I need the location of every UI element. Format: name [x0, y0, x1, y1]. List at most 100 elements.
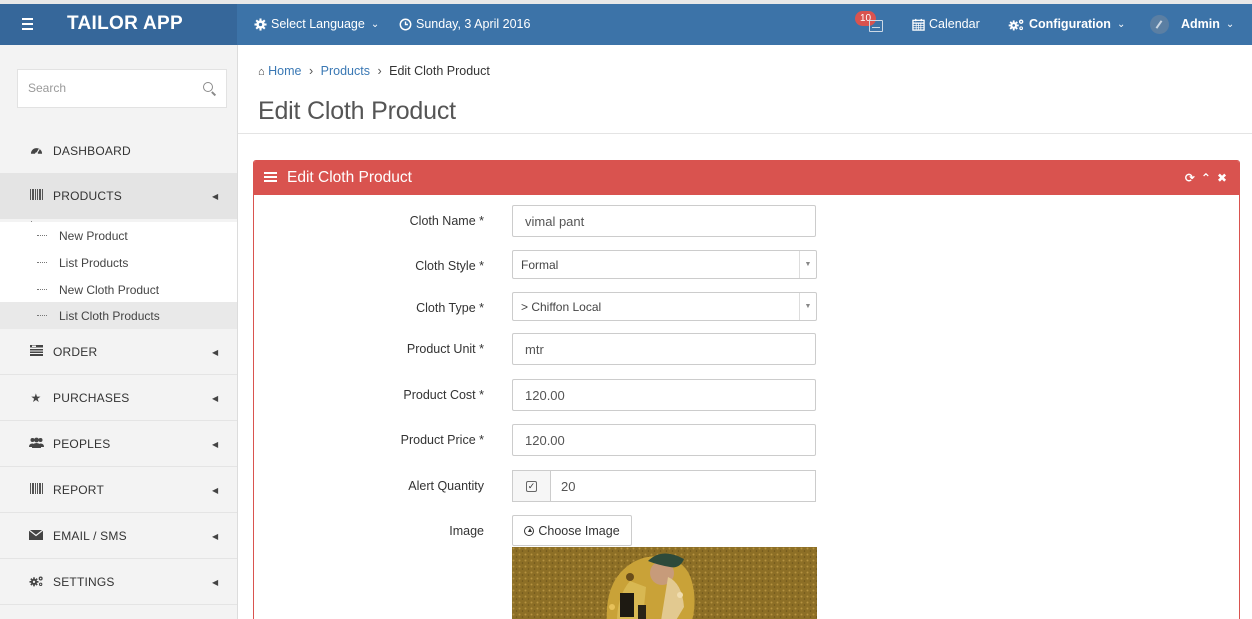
users-icon	[29, 437, 44, 451]
clock-icon	[399, 18, 412, 30]
tree-connector	[37, 235, 47, 236]
product-unit-input[interactable]	[512, 333, 816, 365]
cloth-style-label: Cloth Style *	[415, 259, 484, 273]
cloth-type-select[interactable]: > Chiffon Local ▼	[512, 292, 817, 321]
alert-quantity-checkbox[interactable]: ✓	[526, 480, 537, 492]
alert-quantity-checkbox-addon: ✓	[512, 470, 550, 502]
cogs-icon	[29, 575, 43, 590]
brand-area: TAILOR APP	[0, 4, 237, 45]
sidebar-item-dashboard[interactable]: DASHBOARD	[0, 129, 237, 174]
app-brand[interactable]: TAILOR APP	[67, 13, 183, 35]
panel-tools: ⟳ ⌃ ✖	[1185, 171, 1227, 185]
sidebar-item-products[interactable]: PRODUCTS ◀	[0, 174, 237, 219]
caret-left-icon: ◀	[212, 191, 219, 201]
dropdown-arrow-icon: ▼	[799, 293, 816, 320]
cloth-name-input[interactable]	[512, 205, 816, 237]
sidebar-subitem-list-cloth-products[interactable]: List Cloth Products	[0, 302, 237, 329]
image-preview	[512, 547, 817, 619]
product-price-label: Product Price *	[400, 433, 484, 447]
sidebar-item-settings[interactable]: SETTINGS ◀	[0, 560, 237, 605]
sidebar-item-label: ORDER	[53, 345, 98, 359]
product-price-input[interactable]	[512, 424, 816, 456]
chevron-down-icon: ⌄	[1116, 18, 1126, 30]
form-row-product-price: Product Price *	[254, 424, 1239, 458]
sidebar-item-peoples[interactable]: PEOPLES ◀	[0, 422, 237, 467]
sidebar-subitem-list-products[interactable]: List Products	[0, 249, 237, 276]
user-name: Admin	[1181, 17, 1220, 31]
home-icon: ⌂	[258, 66, 265, 78]
calendar-icon	[912, 18, 925, 31]
breadcrumb-home-link[interactable]: Home	[268, 64, 301, 78]
barcode-icon	[29, 189, 43, 203]
chevron-down-icon: ⌄	[370, 18, 380, 30]
sidebar-item-purchases[interactable]: ★ PURCHASES ◀	[0, 376, 237, 421]
alert-quantity-label: Alert Quantity	[408, 479, 484, 493]
dashboard-icon	[29, 144, 43, 159]
sidebar-item-label: PRODUCTS	[53, 189, 122, 203]
bars-icon	[264, 172, 277, 182]
cloth-style-value: Formal	[521, 257, 559, 272]
product-unit-label: Product Unit *	[406, 342, 484, 356]
edit-panel: Edit Cloth Product ⟳ ⌃ ✖ Cloth Name * Cl…	[253, 160, 1240, 619]
upload-icon	[524, 525, 535, 536]
breadcrumb-separator: ›	[308, 64, 314, 78]
sidebar-subitem-new-cloth-product[interactable]: New Cloth Product	[0, 276, 237, 303]
search-input[interactable]	[28, 81, 188, 95]
tree-connector	[37, 262, 47, 263]
panel-header: Edit Cloth Product ⟳ ⌃ ✖	[254, 161, 1239, 195]
cloth-style-select[interactable]: Formal ▼	[512, 250, 817, 279]
sidebar-item-report[interactable]: REPORT ◀	[0, 468, 237, 513]
form-row-cloth-type: Cloth Type * > Chiffon Local ▼	[254, 292, 1239, 326]
panel-title: Edit Cloth Product	[287, 169, 412, 186]
subitem-label: New Cloth Product	[59, 282, 160, 297]
product-cost-input[interactable]	[512, 379, 816, 411]
form-row-product-unit: Product Unit *	[254, 333, 1239, 367]
page-title: Edit Cloth Product	[258, 97, 456, 125]
dropdown-arrow-icon: ▼	[799, 251, 816, 278]
alert-quantity-input[interactable]	[550, 470, 816, 502]
sidebar-item-order[interactable]: ORDER ◀	[0, 330, 237, 375]
chevron-down-icon: ⌄	[1225, 18, 1235, 30]
product-cost-label: Product Cost *	[403, 388, 484, 402]
star-icon: ★	[30, 391, 42, 405]
top-navbar: TAILOR APP Select Language ⌄ Sunday, 3 A…	[0, 4, 1252, 45]
refresh-icon[interactable]: ⟳	[1185, 171, 1195, 185]
close-icon[interactable]: ✖	[1217, 171, 1227, 185]
user-avatar[interactable]	[1150, 15, 1169, 34]
form-row-image: Image Choose Image	[254, 515, 1239, 619]
sidebar-item-label: PEOPLES	[53, 437, 111, 451]
breadcrumb-products-link[interactable]: Products	[321, 64, 370, 78]
select-language-label: Select Language	[271, 17, 365, 31]
tree-connector	[37, 289, 47, 290]
configuration-menu[interactable]: Configuration ⌄	[1008, 17, 1125, 31]
form-row-product-cost: Product Cost *	[254, 379, 1239, 413]
select-language-menu[interactable]: Select Language ⌄	[254, 17, 379, 31]
sidebar-item-label: DASHBOARD	[53, 144, 131, 158]
breadcrumb-current: Edit Cloth Product	[389, 64, 490, 78]
sidebar-item-email-sms[interactable]: EMAIL / SMS ◀	[0, 514, 237, 559]
caret-left-icon: ◀	[212, 393, 219, 403]
cloth-name-label: Cloth Name *	[409, 214, 484, 228]
choose-image-button[interactable]: Choose Image	[512, 515, 632, 546]
chevron-up-icon[interactable]: ⌃	[1201, 171, 1211, 185]
image-label: Image	[449, 524, 484, 538]
sidebar-subitem-new-product[interactable]: New Product	[0, 222, 237, 249]
calendar-link[interactable]: Calendar	[912, 17, 980, 31]
product-image	[512, 547, 817, 619]
caret-left-icon: ◀	[212, 347, 219, 357]
menu-toggle-icon[interactable]	[17, 14, 41, 34]
choose-image-label: Choose Image	[538, 523, 620, 538]
sidebar-item-label: EMAIL / SMS	[53, 529, 127, 543]
search-icon[interactable]	[203, 82, 213, 92]
user-menu[interactable]: Admin ⌄	[1181, 17, 1234, 31]
barcode-icon	[29, 483, 43, 497]
inbox-icon[interactable]	[869, 20, 883, 32]
sidebar-item-label: SETTINGS	[53, 575, 115, 589]
date-display: Sunday, 3 April 2016	[399, 17, 530, 31]
form-row-cloth-style: Cloth Style * Formal ▼	[254, 250, 1239, 284]
gear-icon	[254, 17, 267, 31]
sidebar-search	[17, 69, 227, 108]
configuration-label: Configuration	[1029, 17, 1111, 31]
form-row-alert-quantity: Alert Quantity ✓	[254, 470, 1239, 504]
form-row-cloth-name: Cloth Name *	[254, 205, 1239, 239]
